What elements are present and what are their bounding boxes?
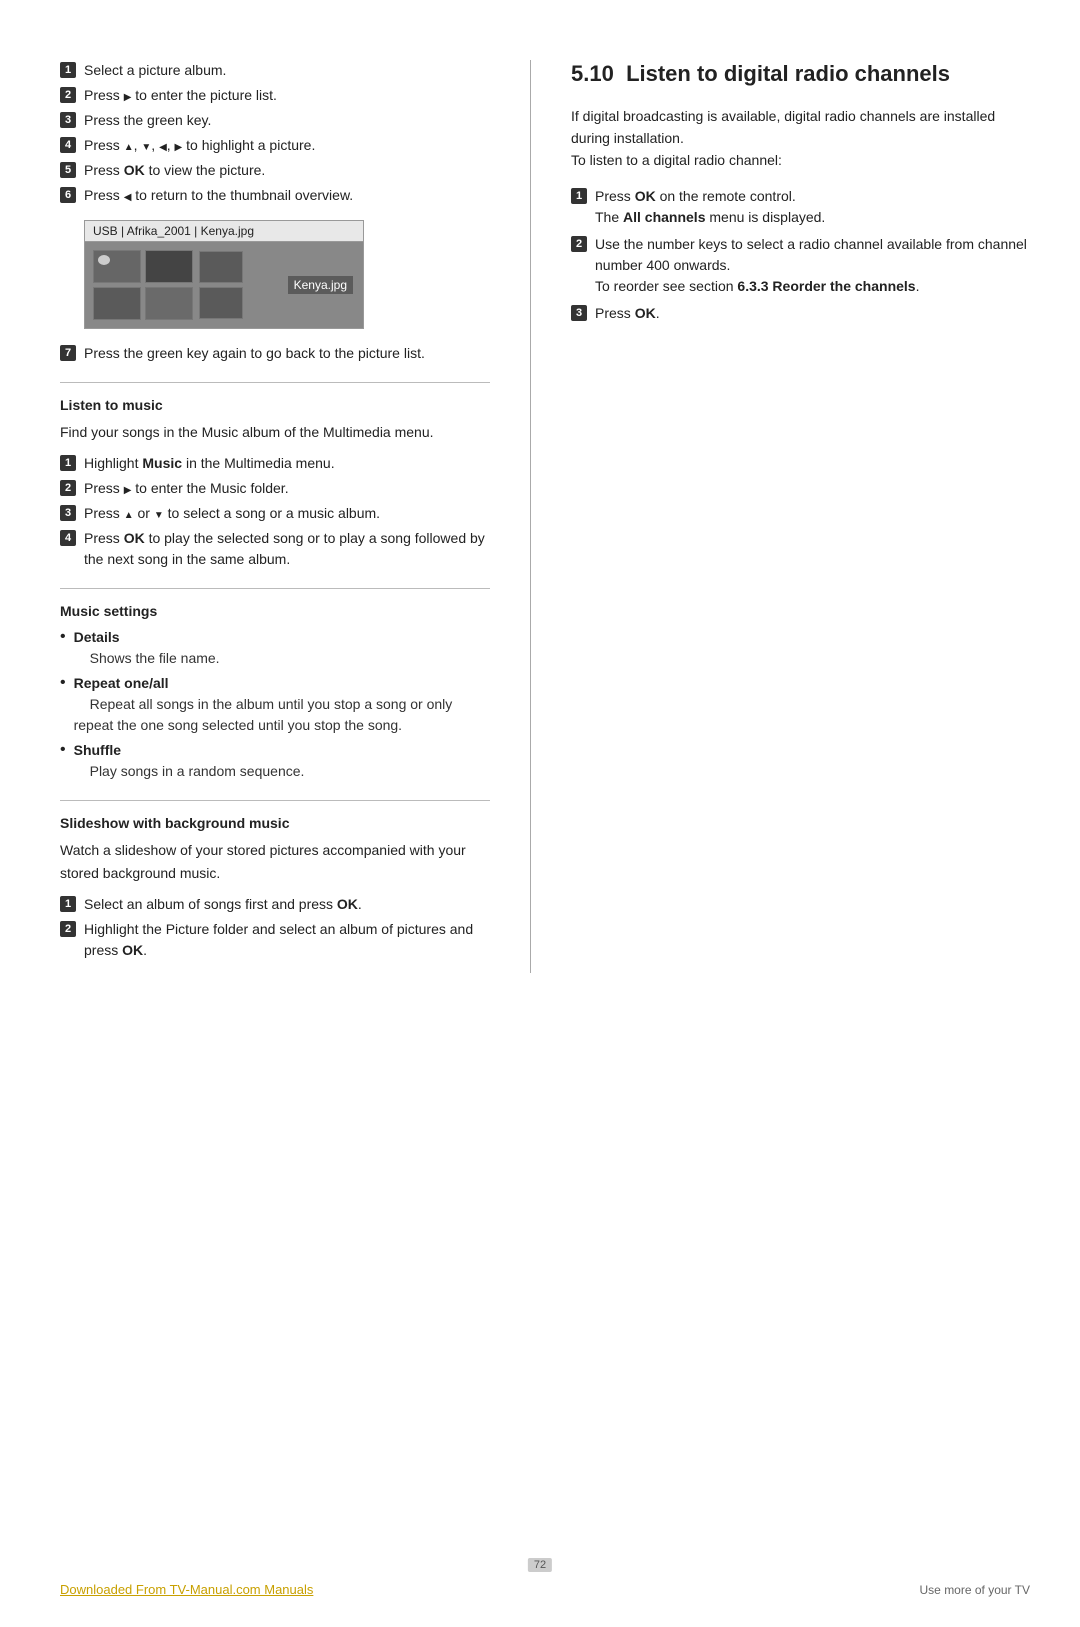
right-step-text-1: Press OK on the remote control.The All c…: [595, 186, 1030, 228]
music-step-2: 2 Press to enter the Music folder.: [60, 478, 490, 499]
page-number: 72: [528, 1558, 552, 1572]
music-step-4: 4 Press OK to play the selected song or …: [60, 528, 490, 570]
music-step-text-3: Press or to select a song or a music alb…: [84, 503, 490, 524]
page-footer: Downloaded From TV-Manual.com Manuals Us…: [0, 1582, 1080, 1597]
step-num-7: 7: [60, 345, 76, 361]
slideshow-step-1: 1 Select an album of songs first and pre…: [60, 894, 490, 915]
music-step-1: 1 Highlight Music in the Multimedia menu…: [60, 453, 490, 474]
slideshow-step-num-1: 1: [60, 896, 76, 912]
step-num-2: 2: [60, 87, 76, 103]
bullet-dot-3: •: [60, 740, 66, 761]
step-text-3: Press the green key.: [84, 110, 490, 131]
music-step-num-2: 2: [60, 480, 76, 496]
step-5: 5 Press OK to view the picture.: [60, 160, 490, 181]
section-title: Listen to digital radio channels: [626, 61, 950, 86]
thumb-extra-1: [199, 251, 243, 283]
step-text-4: Press , , , to highlight a picture.: [84, 135, 490, 156]
music-settings-title: Music settings: [60, 603, 490, 619]
music-steps-list: 1 Highlight Music in the Multimedia menu…: [60, 453, 490, 570]
music-setting-details-content: Details Shows the file name.: [74, 627, 490, 669]
slideshow-title: Slideshow with background music: [60, 815, 490, 831]
right-step-1: 1 Press OK on the remote control.The All…: [571, 186, 1030, 228]
shuffle-subtext: Play songs in a random sequence.: [90, 763, 305, 779]
step-num-1: 1: [60, 62, 76, 78]
right-step-num-2: 2: [571, 236, 587, 252]
right-step-num-1: 1: [571, 188, 587, 204]
right-step-3: 3 Press OK.: [571, 303, 1030, 324]
music-step-text-4: Press OK to play the selected song or to…: [84, 528, 490, 570]
usb-header: USB | Afrika_2001 | Kenya.jpg: [85, 221, 363, 242]
music-setting-shuffle: • Shuffle Play songs in a random sequenc…: [60, 740, 490, 782]
music-setting-shuffle-content: Shuffle Play songs in a random sequence.: [74, 740, 490, 782]
bullet-dot-1: •: [60, 627, 66, 648]
footer-right-text: Use more of your TV: [920, 1583, 1030, 1597]
divider-3: [60, 800, 490, 801]
step-text-7: Press the green key again to go back to …: [84, 343, 490, 364]
thumb-2: [145, 250, 193, 283]
step-3: 3 Press the green key.: [60, 110, 490, 131]
section-header: 5.10 Listen to digital radio channels: [571, 60, 1030, 89]
music-setting-repeat: • Repeat one/all Repeat all songs in the…: [60, 673, 490, 736]
music-step-text-2: Press to enter the Music folder.: [84, 478, 490, 499]
divider-1: [60, 382, 490, 383]
right-steps-list: 1 Press OK on the remote control.The All…: [571, 186, 1030, 324]
kenya-label: Kenya.jpg: [288, 276, 353, 294]
slideshow-step-text-2: Highlight the Picture folder and select …: [84, 919, 490, 961]
usb-thumbnail-box: USB | Afrika_2001 | Kenya.jpg Kenya.jpg: [84, 220, 364, 329]
slideshow-step-2: 2 Highlight the Picture folder and selec…: [60, 919, 490, 961]
music-step-text-1: Highlight Music in the Multimedia menu.: [84, 453, 490, 474]
thumb-3: [93, 287, 141, 320]
initial-steps-list: 1 Select a picture album. 2 Press to ent…: [60, 60, 490, 206]
right-step-2: 2 Use the number keys to select a radio …: [571, 234, 1030, 297]
step-2: 2 Press to enter the picture list.: [60, 85, 490, 106]
right-step-text-2: Use the number keys to select a radio ch…: [595, 234, 1030, 297]
slideshow-intro: Watch a slideshow of your stored picture…: [60, 839, 490, 884]
step-1: 1 Select a picture album.: [60, 60, 490, 81]
details-subtext: Shows the file name.: [90, 650, 220, 666]
step-text-2: Press to enter the picture list.: [84, 85, 490, 106]
step-4: 4 Press , , , to highlight a picture.: [60, 135, 490, 156]
thumb-4: [145, 287, 193, 320]
listen-music-title: Listen to music: [60, 397, 490, 413]
step-num-5: 5: [60, 162, 76, 178]
music-settings-list: • Details Shows the file name. • Repeat …: [60, 627, 490, 782]
slideshow-step-num-2: 2: [60, 921, 76, 937]
thumbnail-grid: [93, 250, 193, 320]
section-num: 5.10: [571, 61, 614, 86]
step-text-6: Press to return to the thumbnail overvie…: [84, 185, 490, 206]
right-step-text-3: Press OK.: [595, 303, 1030, 324]
music-setting-repeat-content: Repeat one/all Repeat all songs in the a…: [74, 673, 490, 736]
step-num-4: 4: [60, 137, 76, 153]
step-num-3: 3: [60, 112, 76, 128]
thumb-1: [93, 250, 141, 283]
music-step-3: 3 Press or to select a song or a music a…: [60, 503, 490, 524]
slideshow-steps-list: 1 Select an album of songs first and pre…: [60, 894, 490, 961]
slideshow-step-text-1: Select an album of songs first and press…: [84, 894, 490, 915]
divider-2: [60, 588, 490, 589]
step-num-6: 6: [60, 187, 76, 203]
step-7: 7 Press the green key again to go back t…: [60, 343, 490, 364]
music-step-num-1: 1: [60, 455, 76, 471]
thumb-extra-2: [199, 287, 243, 319]
step-6: 6 Press to return to the thumbnail overv…: [60, 185, 490, 206]
music-setting-details: • Details Shows the file name.: [60, 627, 490, 669]
listen-music-intro: Find your songs in the Music album of th…: [60, 421, 490, 443]
step7-list: 7 Press the green key again to go back t…: [60, 343, 490, 364]
bullet-dot-2: •: [60, 673, 66, 694]
step-text-5: Press OK to view the picture.: [84, 160, 490, 181]
left-column: 1 Select a picture album. 2 Press to ent…: [60, 60, 490, 973]
music-step-num-3: 3: [60, 505, 76, 521]
right-intro-1: If digital broadcasting is available, di…: [571, 105, 1030, 172]
repeat-subtext: Repeat all songs in the album until you …: [74, 696, 453, 733]
right-step-num-3: 3: [571, 305, 587, 321]
usb-thumbnails: Kenya.jpg: [85, 242, 363, 328]
footer-link[interactable]: Downloaded From TV-Manual.com Manuals: [60, 1582, 313, 1597]
step-text-1: Select a picture album.: [84, 60, 490, 81]
right-column: 5.10 Listen to digital radio channels If…: [530, 60, 1030, 973]
music-step-num-4: 4: [60, 530, 76, 546]
thumb-extra-col: [199, 251, 243, 319]
